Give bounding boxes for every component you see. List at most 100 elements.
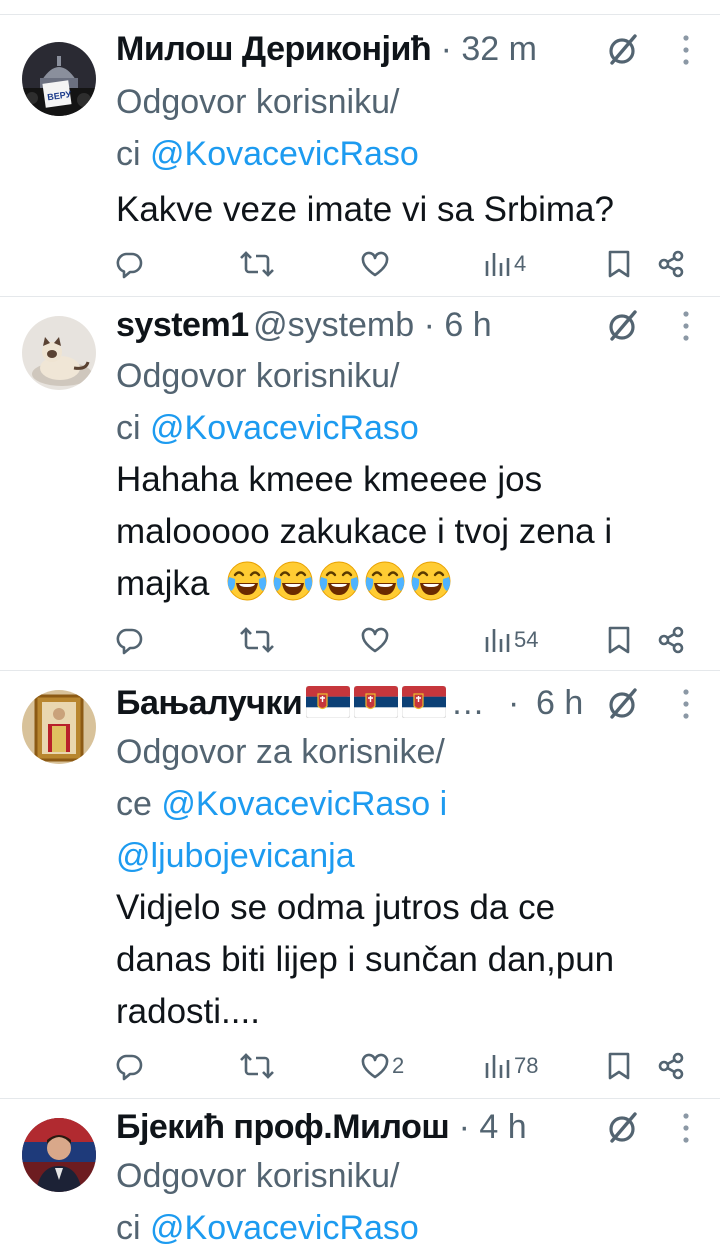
avatar[interactable]: ВЕРУ xyxy=(22,42,96,116)
bookmark-button[interactable] xyxy=(606,244,632,284)
laughing-emoji xyxy=(271,559,315,603)
retweet-button[interactable] xyxy=(240,1046,274,1086)
grok-icon[interactable] xyxy=(606,306,640,346)
grok-icon[interactable] xyxy=(606,1108,640,1148)
reply-context-suffix: ci xyxy=(116,1209,150,1246)
display-name[interactable]: Бјекић проф.Милош xyxy=(116,1108,450,1146)
tweet-header: system1 @systemb · 6 h xyxy=(116,306,720,350)
reply-context-label: Odgovor korisniku/ xyxy=(116,357,400,395)
tweet-text-line: danas biti lijep i sunčan dan,pun xyxy=(116,940,615,979)
share-button[interactable] xyxy=(656,244,686,284)
more-icon[interactable] xyxy=(682,308,690,344)
tweet-header: Бањалучки … · 6 h xyxy=(116,684,720,728)
reply-context-suffix: ce xyxy=(116,785,162,823)
share-button[interactable] xyxy=(656,1046,686,1086)
dot-separator: · xyxy=(508,684,520,722)
timestamp[interactable]: 4 h xyxy=(479,1108,526,1146)
retweet-button[interactable] xyxy=(240,244,274,284)
tweet[interactable]: ВЕРУ Милош Дериконјић · 32 m Odgovor kor… xyxy=(0,0,720,296)
view-count: 78 xyxy=(514,1053,539,1078)
reply-context-label: Odgovor korisniku/ xyxy=(116,1157,400,1195)
tweet-text: Vidjelo se odma jutros da ce danas biti … xyxy=(116,882,706,1038)
display-name[interactable]: system1 xyxy=(116,306,249,344)
more-icon[interactable] xyxy=(682,686,690,722)
retweet-icon xyxy=(240,1051,274,1081)
reply-context: Odgovor korisniku/ ci @KovacevicRaso xyxy=(116,76,706,180)
serbia-flag xyxy=(306,686,350,718)
reply-icon xyxy=(114,1051,144,1081)
like-button[interactable]: 2 xyxy=(360,1046,404,1086)
views-icon xyxy=(484,1051,512,1081)
timestamp[interactable]: 32 m xyxy=(461,30,537,68)
like-icon xyxy=(360,625,390,655)
username[interactable]: @systemb xyxy=(253,306,414,344)
tweet-text-line: malooooo zakukace i tvoj zena i xyxy=(116,512,613,551)
dot-separator: · xyxy=(431,30,462,68)
timestamp[interactable]: 6 h xyxy=(444,306,491,344)
share-button[interactable] xyxy=(656,620,686,660)
mention-link[interactable]: @KovacevicRaso xyxy=(161,785,430,823)
bookmark-icon xyxy=(606,1051,632,1081)
avatar[interactable] xyxy=(22,690,96,764)
retweet-icon xyxy=(240,625,274,655)
laughing-emoji xyxy=(317,559,361,603)
retweet-button[interactable] xyxy=(240,620,274,660)
emoji-row xyxy=(225,564,455,603)
views-button[interactable]: 78 xyxy=(484,1046,538,1086)
reply-button[interactable] xyxy=(114,244,144,284)
tweet-header: Милош Дериконјић · 32 m xyxy=(116,30,720,74)
grok-icon[interactable] xyxy=(606,684,640,724)
views-button[interactable]: 4 xyxy=(484,244,526,284)
avatar[interactable] xyxy=(22,316,96,390)
reply-context: Odgovor korisniku/ ci @KovacevicRaso xyxy=(116,1150,706,1246)
mention-joiner: i xyxy=(430,785,448,823)
like-icon xyxy=(360,1051,390,1081)
display-name[interactable]: Бањалучки xyxy=(116,684,303,722)
reply-button[interactable] xyxy=(114,1046,144,1086)
tweet-text-line: majka xyxy=(116,564,210,603)
mention-link[interactable]: @KovacevicRaso xyxy=(150,135,419,173)
laughing-emoji xyxy=(409,559,453,603)
more-icon[interactable] xyxy=(682,32,690,68)
reply-context-label: Odgovor za korisnike/ xyxy=(116,733,445,771)
bookmark-button[interactable] xyxy=(606,1046,632,1086)
tweet-text-line: Hahaha kmeee kmeeee jos xyxy=(116,460,543,499)
views-icon xyxy=(484,625,512,655)
dot-separator: · xyxy=(414,306,445,344)
mention-link[interactable]: @KovacevicRaso xyxy=(150,1209,419,1246)
tweet[interactable]: Бањалучки … · 6 h Odgovor za korisnike/ c… xyxy=(0,670,720,1098)
like-button[interactable] xyxy=(360,244,392,284)
serbia-flag xyxy=(354,686,398,718)
timestamp[interactable]: 6 h xyxy=(536,684,583,723)
retweet-icon xyxy=(240,249,274,279)
bookmark-button[interactable] xyxy=(606,620,632,660)
share-icon xyxy=(656,249,686,279)
reply-button[interactable] xyxy=(114,620,144,660)
reply-context: Odgovor korisniku/ ci @KovacevicRaso xyxy=(116,350,706,454)
like-icon xyxy=(360,249,390,279)
grok-icon[interactable] xyxy=(606,30,640,70)
tweet[interactable]: Бјекић проф.Милош · 4 h Odgovor korisnik… xyxy=(0,1098,720,1246)
tweet-text-line: radosti.... xyxy=(116,992,260,1031)
tweet[interactable]: system1 @systemb · 6 h Odgovor korisniku… xyxy=(0,296,720,670)
avatar-image xyxy=(22,1118,96,1192)
more-icon[interactable] xyxy=(682,1110,690,1146)
tweet-text: Hahaha kmeee kmeeee jos malooooo zakukac… xyxy=(116,454,706,610)
avatar-image xyxy=(22,690,96,764)
tweet-text-line: Kakve veze imate vi sa Srbima? xyxy=(116,190,614,229)
reply-context: Odgovor za korisnike/ ce @KovacevicRaso … xyxy=(116,726,706,882)
avatar[interactable] xyxy=(22,1118,96,1192)
like-button[interactable] xyxy=(360,620,392,660)
username[interactable]: … xyxy=(451,684,485,722)
avatar-image: ВЕРУ xyxy=(22,42,96,116)
views-button[interactable]: 54 xyxy=(484,620,538,660)
share-icon xyxy=(656,625,686,655)
bookmark-icon xyxy=(606,625,632,655)
reply-icon xyxy=(114,249,144,279)
display-name[interactable]: Милош Дериконјић xyxy=(116,30,432,68)
view-count: 54 xyxy=(514,627,539,652)
mention-link[interactable]: @ljubojevicanja xyxy=(116,837,355,875)
mention-link[interactable]: @KovacevicRaso xyxy=(150,409,419,447)
tweet-text-line: Vidjelo se odma jutros da ce xyxy=(116,888,556,927)
reply-context-label: Odgovor korisniku/ xyxy=(116,83,400,121)
